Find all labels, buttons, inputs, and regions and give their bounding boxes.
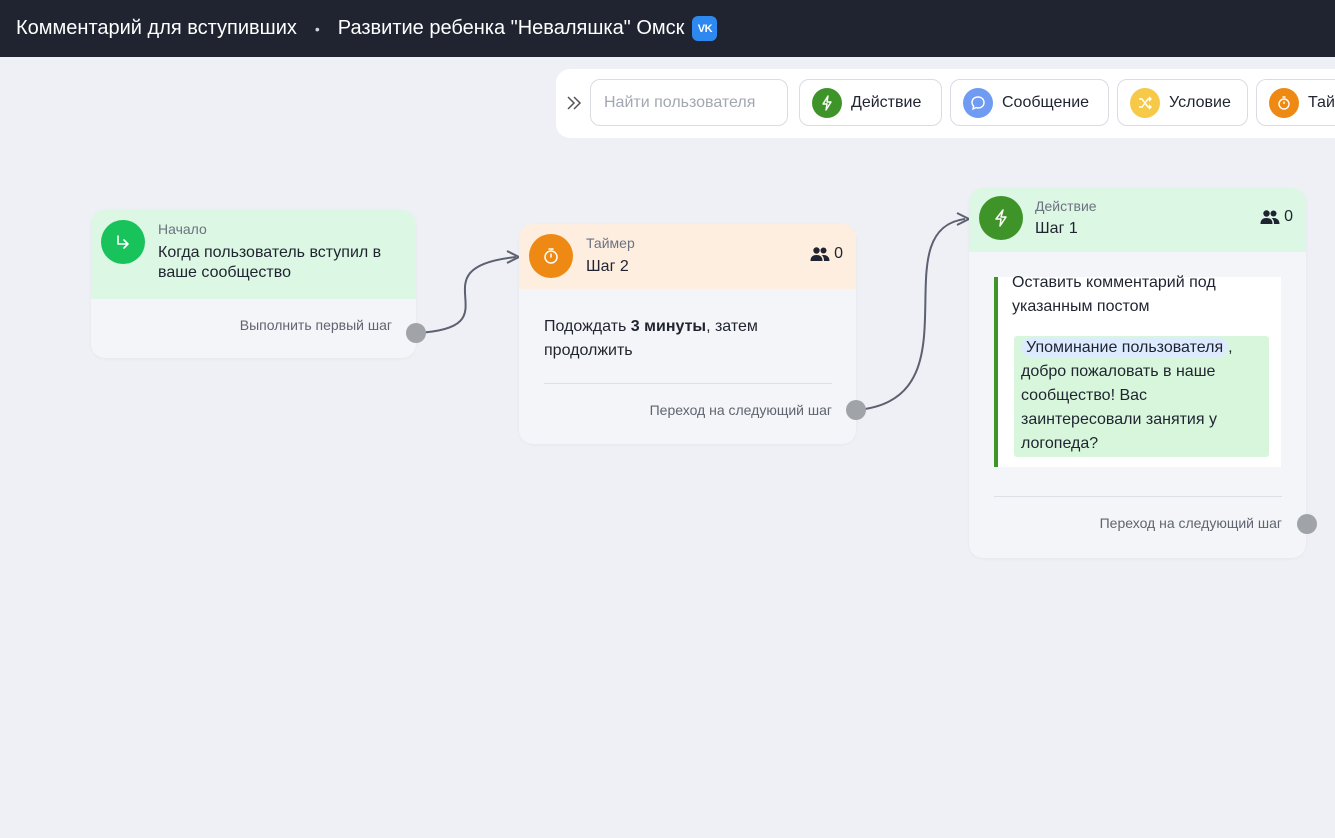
users-icon (1260, 210, 1280, 224)
node-title: Когда пользователь вступил в ваше сообще… (158, 244, 382, 281)
start-footer-label: Выполнить первый шаг (239, 317, 392, 333)
action-node-header: Действие Шаг 1 0 (969, 188, 1306, 252)
timer-node[interactable]: Таймер Шаг 2 0 Подождать 3 минуты, затем… (519, 224, 856, 444)
connector-start-to-timer (415, 256, 517, 334)
action-node[interactable]: Действие Шаг 1 0 Оставить комментарий по… (969, 188, 1306, 558)
node-title: Шаг 1 (1035, 220, 1078, 237)
users-count: 0 (1260, 208, 1293, 226)
lightning-icon (979, 196, 1023, 240)
comment-block: Оставить комментарий под указанным посто… (994, 274, 1281, 467)
comment-action-title: Оставить комментарий под указанным посто… (1012, 274, 1216, 315)
users-count-value: 0 (834, 245, 843, 262)
node-kind: Начало (158, 221, 207, 237)
timer-duration: 3 минуты (630, 318, 707, 335)
enter-arrow-icon (101, 220, 145, 264)
users-count-value: 0 (1284, 208, 1293, 225)
timer-text-prefix: Подождать (544, 318, 631, 335)
action-output-port[interactable] (1297, 514, 1317, 534)
action-footer-label: Переход на следующий шаг (1099, 515, 1282, 531)
action-divider (994, 496, 1282, 497)
start-node[interactable]: Начало Когда пользователь вступил в ваше… (91, 210, 416, 358)
stopwatch-icon (529, 234, 573, 278)
timer-node-header: Таймер Шаг 2 0 (519, 224, 856, 289)
users-icon (810, 247, 830, 261)
node-kind: Таймер (586, 235, 635, 251)
timer-divider (544, 383, 832, 384)
node-title: Шаг 2 (586, 258, 629, 275)
user-mention-tag[interactable]: Упоминание пользователя (1021, 338, 1229, 357)
comment-message-text: Упоминание пользователя, добро пожаловат… (1021, 336, 1266, 456)
connector-timer-to-action (855, 218, 966, 411)
start-node-header: Начало Когда пользователь вступил в ваше… (91, 210, 416, 299)
users-count: 0 (810, 245, 843, 263)
node-kind: Действие (1035, 198, 1097, 214)
start-output-port[interactable] (406, 323, 426, 343)
timer-footer-label: Переход на следующий шаг (649, 402, 832, 418)
timer-description: Подождать 3 минуты, затем продолжить (544, 315, 834, 363)
comment-message: Упоминание пользователя, добро пожаловат… (1014, 336, 1269, 457)
timer-output-port[interactable] (846, 400, 866, 420)
